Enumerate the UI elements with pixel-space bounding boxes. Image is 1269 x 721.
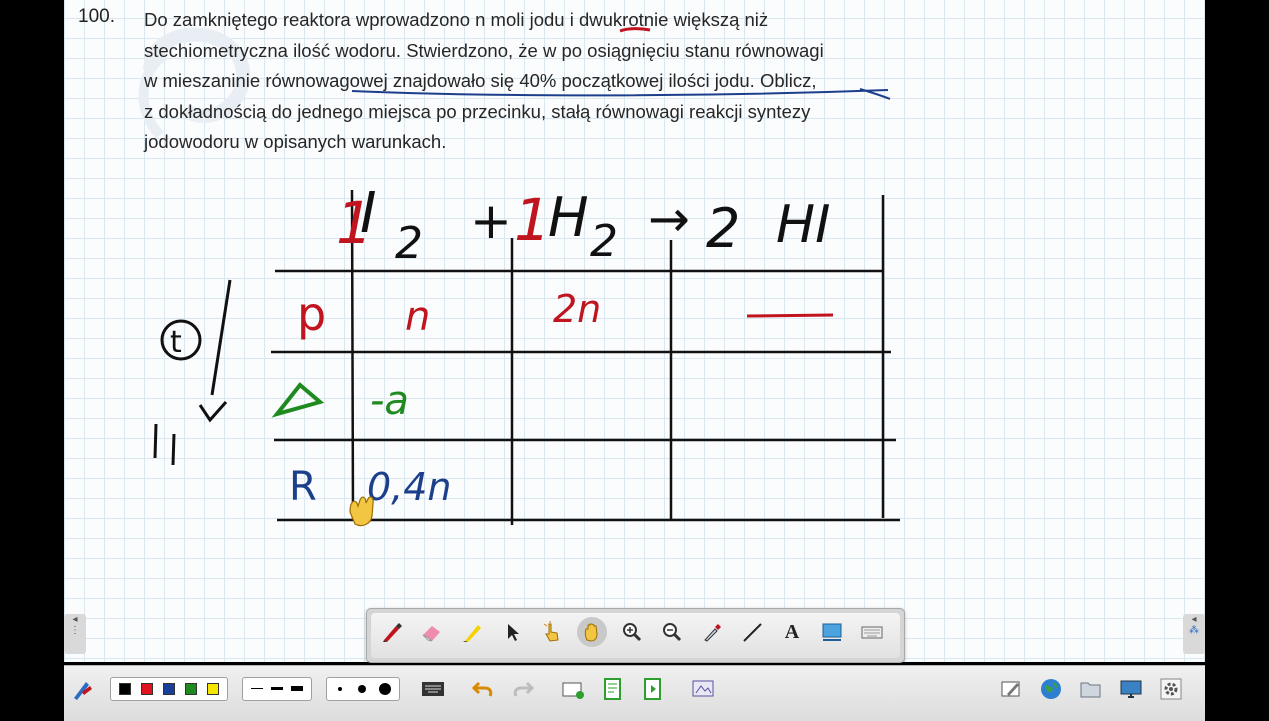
line-width-medium[interactable] — [271, 687, 283, 690]
gallery-button[interactable] — [688, 674, 718, 704]
time-arrow-line — [210, 279, 232, 396]
screen-capture-icon — [822, 623, 842, 641]
color-swatch-blue[interactable] — [163, 683, 175, 695]
display-mode-button[interactable] — [1116, 674, 1146, 704]
left-panel-toggle[interactable]: ◂ ⋮ — [64, 614, 86, 654]
zoom-in-icon — [623, 623, 642, 642]
zoom-out-icon — [663, 623, 682, 642]
bottom-toolbar — [64, 665, 1205, 721]
dot-size-palette — [326, 677, 400, 701]
right-panel-toggle[interactable]: ◂ ⁂ — [1183, 614, 1205, 654]
select-tool-button[interactable] — [497, 617, 527, 647]
eraser-icon — [422, 626, 440, 642]
eraser-tool-button[interactable] — [417, 617, 447, 647]
chevron-left-icon: ◂ — [1191, 614, 1197, 625]
highlighter-tool-button[interactable] — [457, 617, 487, 647]
line-icon — [743, 623, 762, 642]
row-label-delta — [271, 382, 325, 418]
cell-p-i2: n — [405, 294, 430, 340]
monitor-icon — [1120, 680, 1142, 698]
time-arrow-head — [198, 401, 228, 423]
redo-button[interactable] — [508, 674, 538, 704]
pencil-page-icon — [1001, 681, 1020, 697]
floating-toolbar: A — [366, 608, 905, 663]
line-width-thin[interactable] — [251, 688, 263, 689]
pan-hand-icon — [584, 623, 598, 642]
row-label-p: p — [297, 287, 326, 341]
dot-size-large[interactable] — [379, 683, 391, 695]
line-width-thick[interactable] — [291, 686, 303, 691]
i2-subscript: 2 — [395, 218, 423, 269]
h2-symbol: H — [548, 186, 589, 249]
new-page-icon — [562, 682, 584, 699]
chevron-left-icon: ◂ — [72, 614, 78, 625]
i2-symbol: I — [360, 181, 377, 246]
keyboard-button[interactable] — [857, 617, 887, 647]
pen-settings-button[interactable] — [68, 674, 98, 704]
dot-size-medium[interactable] — [358, 685, 366, 693]
time-label: t — [170, 325, 182, 360]
underline-equilibrium — [351, 89, 889, 97]
pen-tool-button[interactable] — [377, 617, 407, 647]
gear-icon — [1160, 678, 1182, 700]
plus-sign: + — [470, 192, 512, 250]
redo-icon — [513, 681, 535, 697]
page-list-button[interactable] — [598, 674, 628, 704]
zoom-in-button[interactable] — [617, 617, 647, 647]
h2-subscript: 2 — [590, 216, 618, 267]
color-swatch-yellow[interactable] — [207, 683, 219, 695]
keyboard-icon — [422, 682, 444, 696]
color-swatch-black[interactable] — [119, 683, 131, 695]
touch-hand-icon — [543, 621, 559, 642]
screen-capture-button[interactable] — [817, 617, 847, 647]
edit-page-button[interactable] — [996, 674, 1026, 704]
keyboard-icon — [861, 626, 883, 639]
settings-button[interactable] — [1156, 674, 1186, 704]
web-browser-button[interactable] — [1036, 674, 1066, 704]
text-icon: A — [784, 620, 800, 643]
page-list-icon — [604, 678, 621, 700]
pen-color-palette — [110, 677, 228, 701]
pen-settings-icon — [74, 682, 92, 700]
touch-tool-button[interactable] — [537, 617, 567, 647]
select-arrow-icon — [508, 624, 519, 641]
next-page-button[interactable] — [638, 674, 668, 704]
cell-p-hi-dash — [746, 313, 834, 318]
eyedropper-button[interactable] — [697, 617, 727, 647]
cell-delta-i2: -a — [370, 378, 409, 424]
zoom-out-button[interactable] — [657, 617, 687, 647]
color-swatch-green[interactable] — [185, 683, 197, 695]
cell-r-i2: 0,4n — [367, 465, 452, 509]
row-label-r: R — [289, 464, 317, 510]
undo-icon — [471, 681, 493, 697]
pen-icon — [383, 623, 402, 642]
folder-icon — [1080, 682, 1101, 698]
highlighter-icon — [463, 625, 481, 642]
keyboard-toggle-button[interactable] — [418, 674, 448, 704]
text-tool-button[interactable]: A — [777, 617, 807, 647]
cell-p-h2: 2n — [553, 287, 601, 331]
hand-cursor-icon — [349, 496, 374, 527]
undo-button[interactable] — [468, 674, 498, 704]
line-tool-button[interactable] — [737, 617, 767, 647]
open-file-button[interactable] — [1076, 674, 1106, 704]
underline-n — [619, 27, 651, 33]
reaction-arrow: → — [648, 190, 690, 248]
pan-tool-button[interactable] — [577, 617, 607, 647]
next-page-icon — [644, 678, 661, 700]
line-width-palette — [242, 677, 312, 701]
side-mark — [153, 423, 176, 466]
hi-symbol: HI — [776, 195, 830, 255]
coef-h2: 1 — [514, 186, 551, 254]
dot-size-small[interactable] — [338, 687, 342, 691]
color-swatch-red[interactable] — [141, 683, 153, 695]
coef-hi: 2 — [706, 197, 740, 260]
gallery-icon — [692, 680, 714, 697]
new-page-button[interactable] — [558, 674, 588, 704]
dots-icon: ⋮ — [70, 625, 80, 636]
shapes-icon: ⁂ — [1189, 625, 1199, 636]
eyedropper-icon — [704, 624, 721, 642]
globe-icon — [1041, 679, 1061, 699]
